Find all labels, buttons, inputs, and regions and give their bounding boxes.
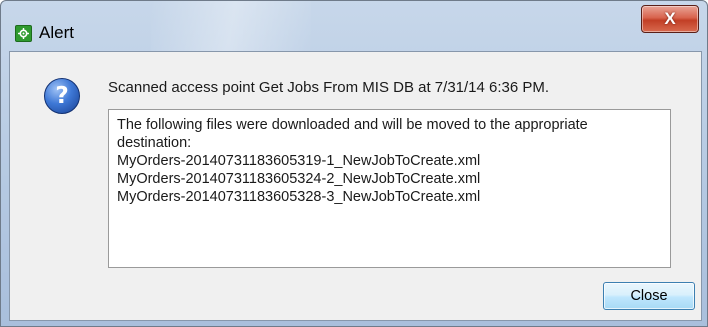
details-file: MyOrders-20140731183605319-1_NewJobToCre… <box>117 153 481 169</box>
details-line: The following files were downloaded and … <box>117 117 592 151</box>
alert-window: Alert X ? Scanned access point Get Jobs … <box>0 0 708 327</box>
window-close-button[interactable]: X <box>641 5 699 33</box>
window-title: Alert <box>39 23 74 42</box>
details-file: MyOrders-20140731183605328-3_NewJobToCre… <box>117 189 481 205</box>
app-gear-icon <box>15 25 32 42</box>
close-button[interactable]: Close <box>603 282 695 310</box>
question-icon: ? <box>44 78 80 114</box>
close-button-label: Close <box>630 288 668 304</box>
details-text-area[interactable]: The following files were downloaded and … <box>108 109 671 268</box>
close-icon: X <box>664 9 676 28</box>
alert-message: Scanned access point Get Jobs From MIS D… <box>108 79 550 96</box>
dialog-content: ? Scanned access point Get Jobs From MIS… <box>9 51 702 321</box>
title-bar[interactable]: Alert X <box>1 1 707 51</box>
details-file: MyOrders-20140731183605324-2_NewJobToCre… <box>117 171 481 187</box>
